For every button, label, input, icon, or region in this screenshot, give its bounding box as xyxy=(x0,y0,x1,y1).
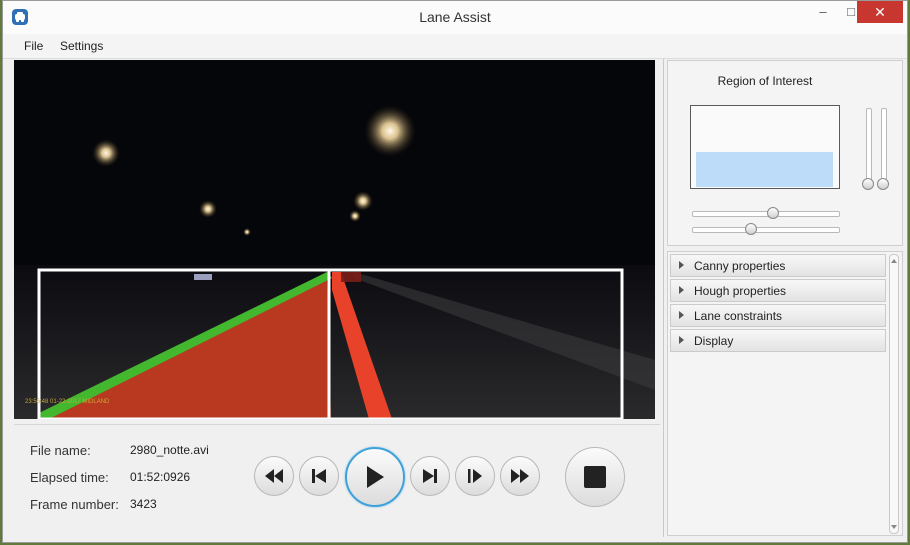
roi-vertical-slider-2-thumb[interactable] xyxy=(877,178,889,190)
street-light xyxy=(199,200,217,218)
stop-button[interactable] xyxy=(565,447,625,507)
roi-horizontal-slider-2-thumb[interactable] xyxy=(745,223,757,235)
panel-divider[interactable] xyxy=(663,59,664,537)
elapsed-time-value: 01:52:0926 xyxy=(130,470,191,484)
scroll-up-icon[interactable] xyxy=(891,259,897,263)
roi-horizontal-slider-2[interactable] xyxy=(692,227,840,233)
accordion-hough-properties[interactable]: Hough properties xyxy=(670,279,886,302)
accordion-label: Hough properties xyxy=(694,284,787,298)
menu-file[interactable]: File xyxy=(24,39,43,53)
street-light xyxy=(92,139,120,167)
fast-rewind-button[interactable] xyxy=(254,456,294,496)
video-timestamp: 23:56:48 01-22-2017 MIDLAND xyxy=(25,399,110,405)
roi-panel: Region of Interest xyxy=(667,60,903,246)
fast-forward-button[interactable] xyxy=(500,456,540,496)
accordion-display[interactable]: Display xyxy=(670,329,886,352)
play-icon xyxy=(365,465,385,489)
chevron-right-icon xyxy=(679,311,684,319)
roi-horizontal-slider-1-thumb[interactable] xyxy=(767,207,779,219)
accordion-label: Canny properties xyxy=(694,259,786,273)
title-bar[interactable]: Lane Assist – □ ✕ xyxy=(3,1,907,34)
skip-previous-button[interactable] xyxy=(299,456,339,496)
play-button[interactable] xyxy=(345,447,405,507)
video-frame: 23:56:48 01-22-2017 MIDLAND xyxy=(14,60,655,419)
accordion-lane-constraints[interactable]: Lane constraints xyxy=(670,304,886,327)
skip-next-button[interactable] xyxy=(410,456,450,496)
menu-settings[interactable]: Settings xyxy=(60,39,103,53)
street-light xyxy=(243,228,251,236)
properties-accordion: Canny properties Hough properties Lane c… xyxy=(667,251,903,536)
fast-rewind-icon xyxy=(263,469,285,483)
file-name-label: File name: xyxy=(30,443,91,458)
skip-next-icon xyxy=(422,468,438,484)
skip-previous-icon xyxy=(311,468,327,484)
accordion-scrollbar[interactable] xyxy=(889,254,899,534)
frame-number-value: 3423 xyxy=(130,497,157,511)
roi-preview xyxy=(690,105,840,189)
accordion-label: Display xyxy=(694,334,734,348)
info-panel: File name: 2980_notte.avi Elapsed time: … xyxy=(14,424,660,537)
chevron-right-icon xyxy=(679,261,684,269)
elapsed-time-label: Elapsed time: xyxy=(30,470,109,485)
fast-forward-icon xyxy=(509,469,531,483)
street-light xyxy=(364,105,416,157)
menu-bar: File Settings xyxy=(3,34,907,59)
scroll-down-icon[interactable] xyxy=(891,525,897,529)
close-button[interactable]: ✕ xyxy=(857,1,903,23)
step-forward-icon xyxy=(467,468,483,484)
app-window: Lane Assist – □ ✕ File Settings 23:56:48… xyxy=(2,0,908,543)
stop-icon xyxy=(584,466,606,488)
accordion-canny-properties[interactable]: Canny properties xyxy=(670,254,886,277)
chevron-right-icon xyxy=(679,286,684,294)
window-title: Lane Assist xyxy=(419,9,491,25)
roi-region[interactable] xyxy=(696,152,833,187)
accordion-label: Lane constraints xyxy=(694,309,783,323)
street-light xyxy=(349,210,361,222)
chevron-right-icon xyxy=(679,336,684,344)
roi-horizontal-slider-1[interactable] xyxy=(692,211,840,217)
roi-vertical-slider-2[interactable] xyxy=(881,108,887,188)
street-light xyxy=(353,191,373,211)
frame-number-label: Frame number: xyxy=(30,497,119,512)
minimize-button[interactable]: – xyxy=(809,1,837,23)
roi-title: Region of Interest xyxy=(717,74,813,88)
roi-vertical-slider-1[interactable] xyxy=(866,108,872,188)
roi-vertical-slider-1-thumb[interactable] xyxy=(862,178,874,190)
step-forward-button[interactable] xyxy=(455,456,495,496)
file-name-value: 2980_notte.avi xyxy=(130,443,209,457)
